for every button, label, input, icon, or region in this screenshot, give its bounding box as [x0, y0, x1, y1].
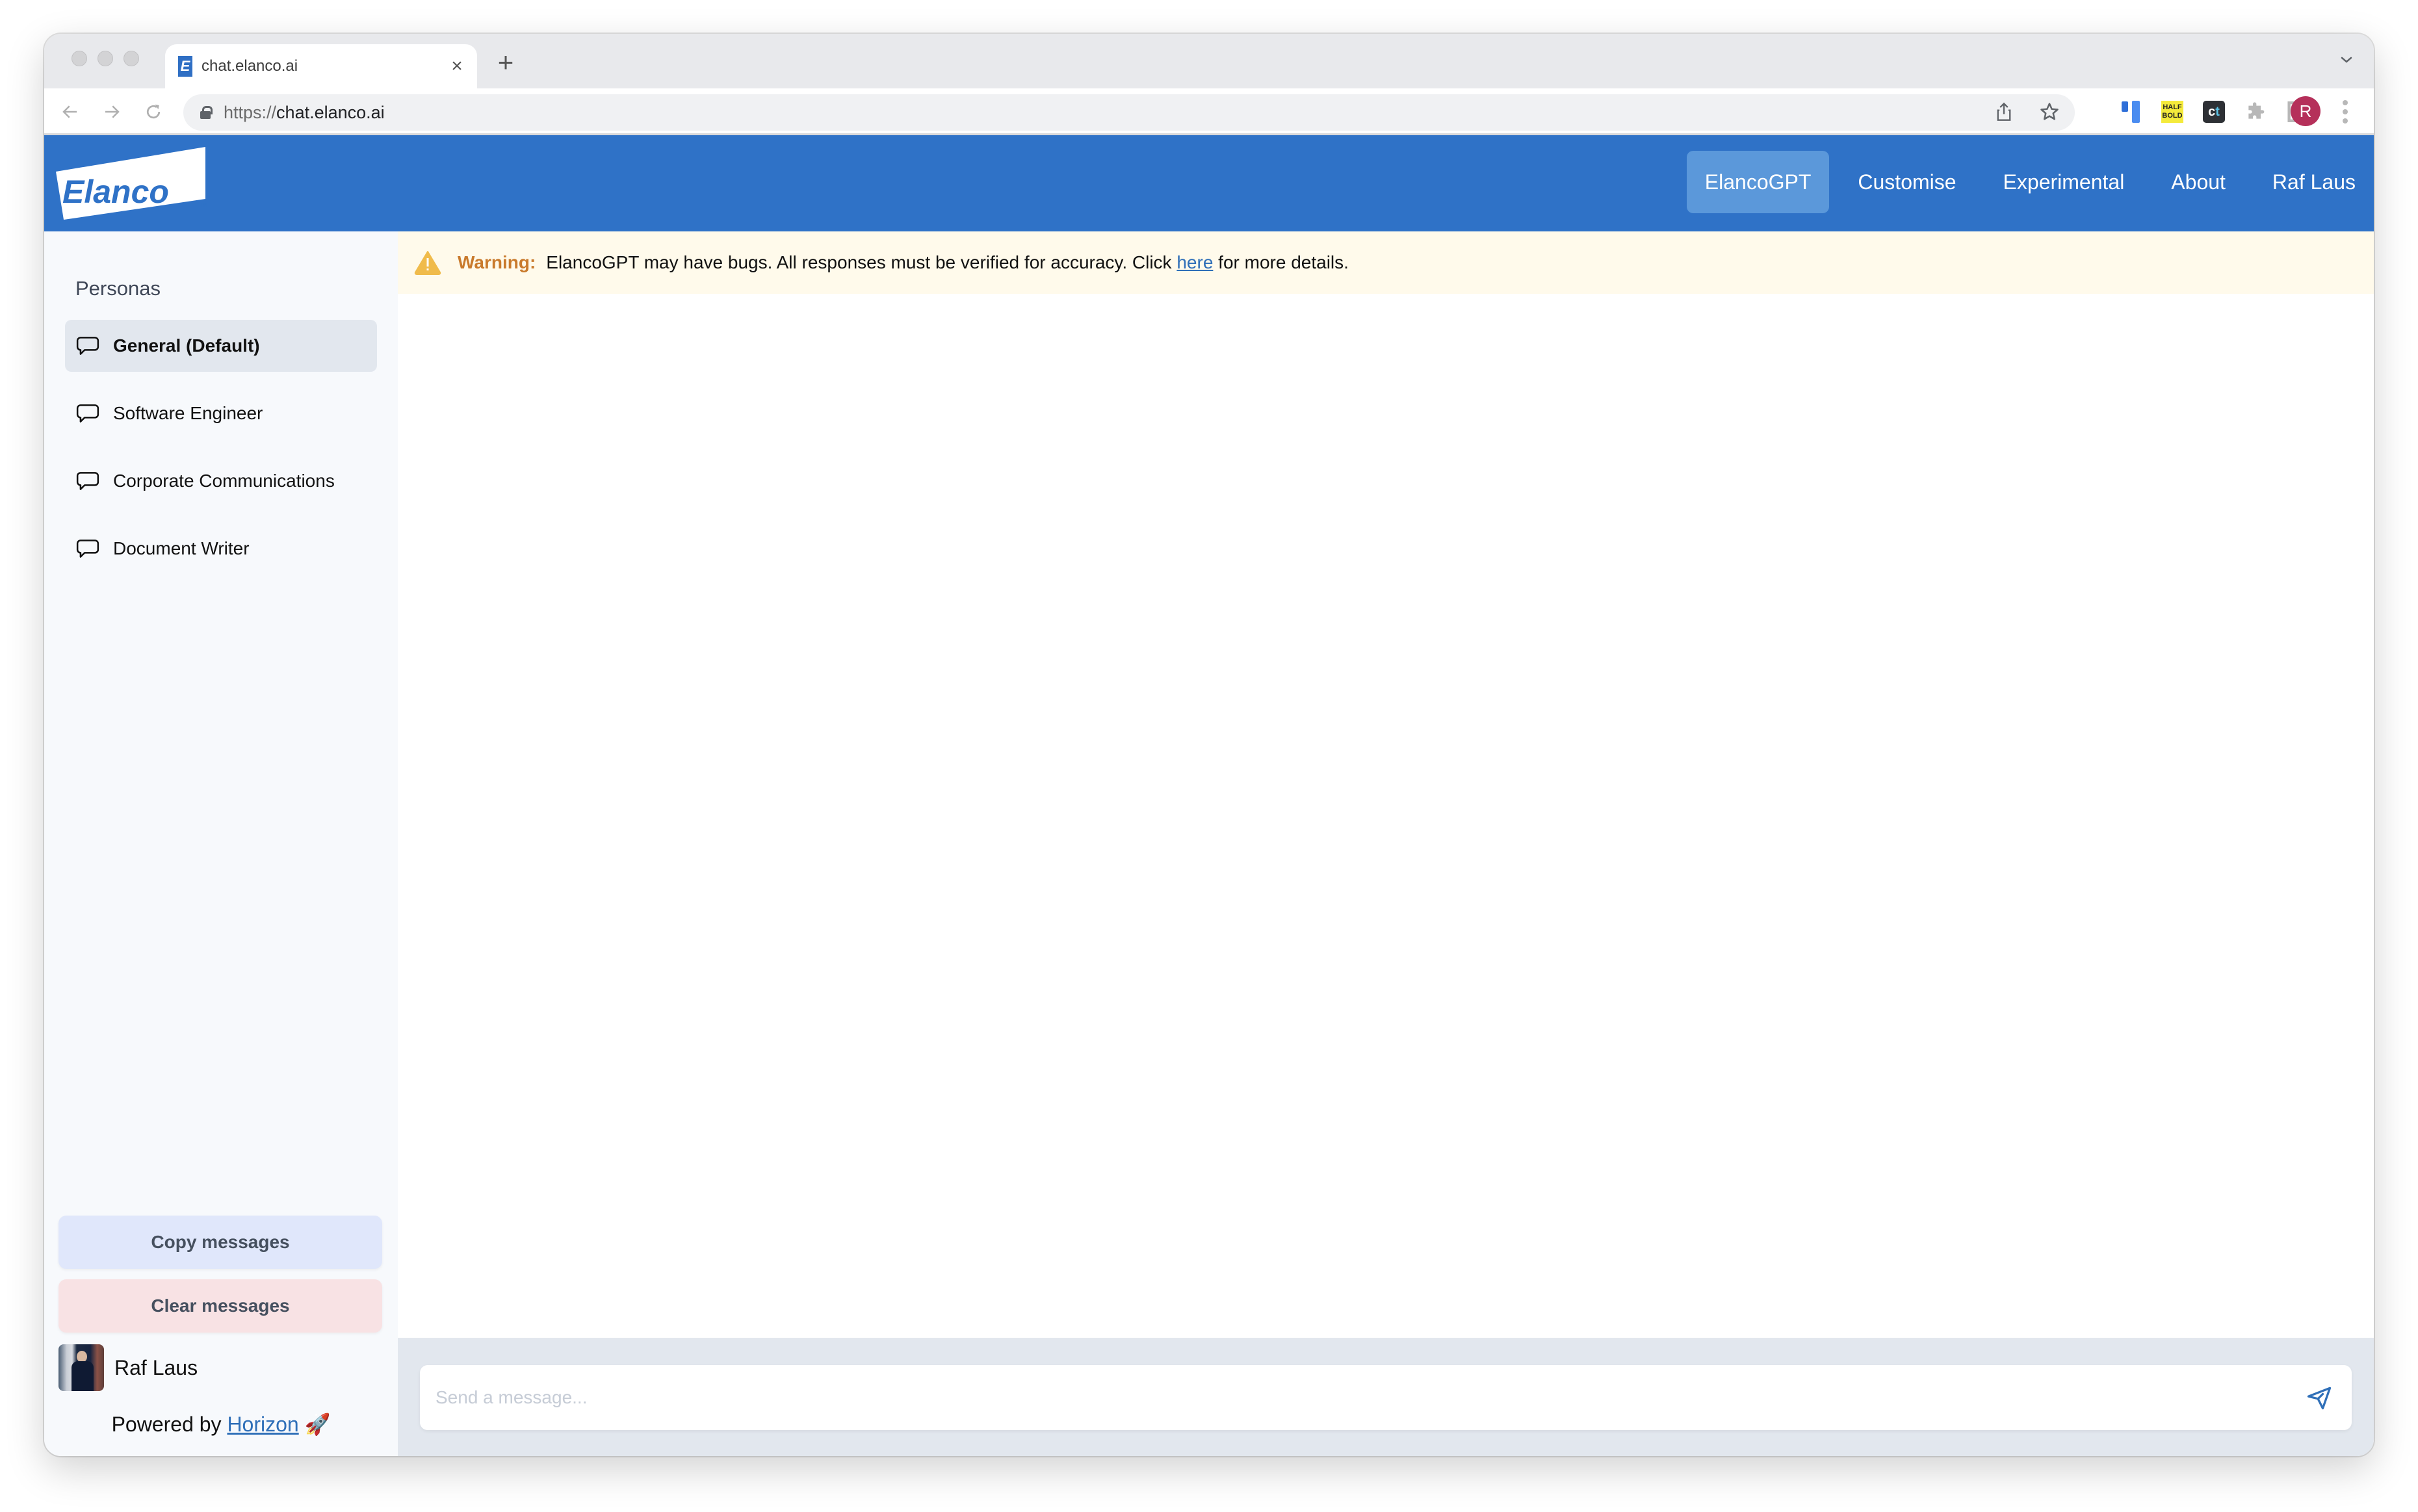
user-profile: Raf Laus — [58, 1343, 384, 1392]
chat-bubble-icon — [76, 540, 99, 558]
browser-window: E chat.elanco.ai × + https://chat.elanco… — [44, 34, 2374, 1456]
persona-document-writer[interactable]: Document Writer — [65, 523, 377, 575]
avatar[interactable] — [58, 1344, 104, 1391]
nav-experimental[interactable]: Experimental — [1985, 151, 2143, 213]
elanco-logo[interactable]: Elanco TM — [53, 147, 209, 225]
clear-messages-button[interactable]: Clear messages — [58, 1279, 382, 1333]
forward-button[interactable] — [99, 99, 125, 125]
warning-text: ElancoGPT may have bugs. All responses m… — [546, 252, 1349, 272]
tab-title: chat.elanco.ai — [202, 57, 298, 75]
profile-avatar[interactable]: R — [2291, 96, 2320, 126]
composer-area — [398, 1338, 2374, 1456]
browser-tab[interactable]: E chat.elanco.ai × — [165, 44, 477, 88]
lock-icon — [200, 106, 213, 119]
reload-button[interactable] — [140, 99, 166, 125]
maximize-window-button[interactable] — [124, 51, 139, 66]
app-header: Elanco TM ElancoGPT Customise Experiment… — [44, 135, 2374, 231]
warning-label: Warning: — [458, 252, 536, 272]
tab-strip: E chat.elanco.ai × + — [44, 34, 2374, 88]
chat-bubble-icon — [76, 404, 99, 423]
elanco-favicon-icon: E — [178, 56, 192, 77]
minimize-window-button[interactable] — [98, 51, 113, 66]
bookmark-star-icon[interactable] — [2038, 101, 2060, 123]
copy-messages-button[interactable]: Copy messages — [58, 1216, 382, 1269]
tab-search-chevron-icon[interactable] — [2339, 52, 2354, 68]
persona-label: Document Writer — [113, 538, 250, 558]
browser-menu-icon[interactable] — [2341, 100, 2349, 124]
powered-by: Powered by Horizon 🚀 — [111, 1413, 331, 1436]
persona-corporate-communications[interactable]: Corporate Communications — [65, 455, 377, 507]
persona-general-default[interactable]: General (Default) — [65, 320, 377, 372]
reload-icon — [146, 104, 161, 119]
user-name: Raf Laus — [114, 1355, 198, 1379]
persona-label: Software Engineer — [113, 403, 263, 423]
persona-list: General (Default) Software Engineer Corp… — [65, 320, 377, 590]
logo-tm: TM — [200, 202, 207, 208]
address-bar[interactable]: https://chat.elanco.ai — [183, 94, 2075, 131]
chat-main: Warning: ElancoGPT may have bugs. All re… — [398, 231, 2374, 1456]
composer — [420, 1365, 2352, 1430]
window-controls — [72, 51, 139, 66]
personas-heading: Personas — [75, 277, 161, 300]
persona-software-engineer[interactable]: Software Engineer — [65, 387, 377, 439]
horizon-link[interactable]: Horizon — [227, 1413, 298, 1436]
send-icon[interactable] — [2305, 1383, 2334, 1412]
url-text[interactable]: https://chat.elanco.ai — [224, 103, 385, 123]
warning-banner: Warning: ElancoGPT may have bugs. All re… — [398, 231, 2374, 294]
nav-customise[interactable]: Customise — [1840, 151, 1974, 213]
blue-bars-extension-icon[interactable] — [2118, 98, 2144, 126]
nav-elancogpt[interactable]: ElancoGPT — [1686, 151, 1830, 213]
chat-bubble-icon — [76, 337, 99, 355]
persona-label: Corporate Communications — [113, 471, 335, 491]
main-nav: ElancoGPT Customise Experimental About R… — [1676, 151, 2374, 213]
halfbold-extension-icon[interactable]: HALF BOLD — [2159, 98, 2185, 126]
arrow-right-icon — [105, 105, 120, 118]
tab-close-icon[interactable]: × — [447, 55, 467, 77]
puzzle-extensions-icon[interactable] — [2242, 98, 2268, 126]
sidebar: Personas General (Default) Software Engi… — [44, 231, 398, 1456]
nav-about[interactable]: About — [2153, 151, 2244, 213]
persona-label: General (Default) — [113, 335, 260, 356]
sidebar-footer: Copy messages Clear messages Raf Laus Po… — [58, 1216, 384, 1456]
chat-bubble-icon — [76, 472, 99, 490]
nav-user-menu[interactable]: Raf Laus — [2254, 151, 2374, 213]
message-input[interactable] — [420, 1387, 2305, 1408]
rocket-icon: 🚀 — [304, 1413, 331, 1436]
back-button[interactable] — [57, 99, 83, 125]
warning-triangle-icon — [414, 251, 441, 275]
arrow-left-icon — [62, 105, 77, 118]
logo-text: Elanco — [62, 174, 169, 210]
ct-extension-icon[interactable]: ct — [2201, 98, 2227, 126]
browser-toolbar: https://chat.elanco.ai HALF BOLD ct R — [44, 88, 2374, 135]
new-tab-button[interactable]: + — [493, 48, 519, 77]
share-icon[interactable] — [1993, 101, 2015, 123]
close-window-button[interactable] — [72, 51, 87, 66]
warning-details-link[interactable]: here — [1176, 252, 1213, 272]
